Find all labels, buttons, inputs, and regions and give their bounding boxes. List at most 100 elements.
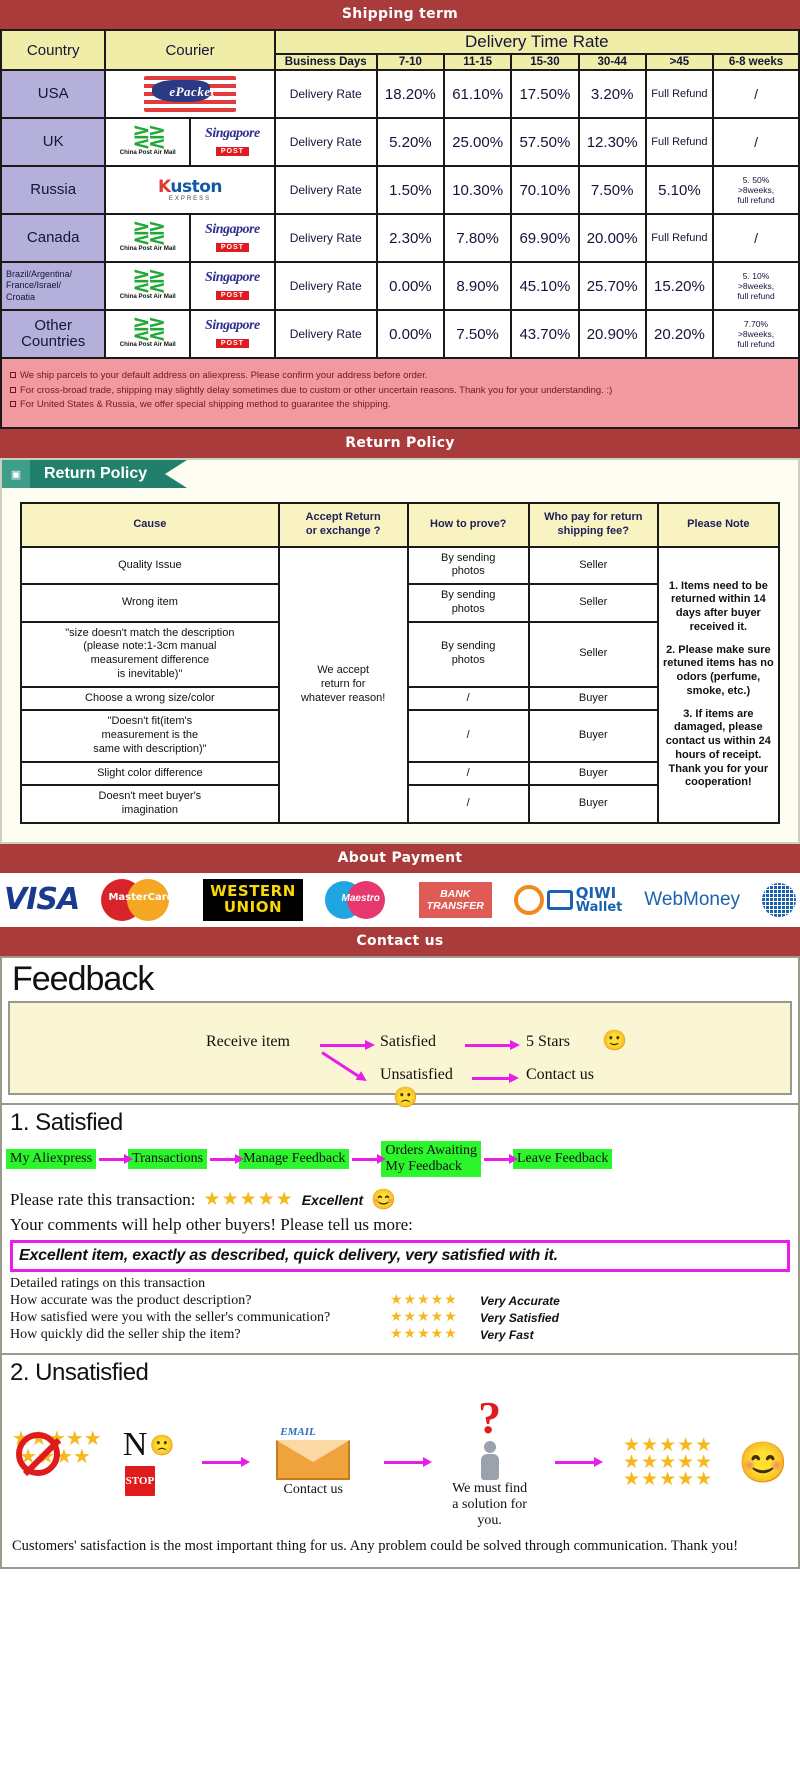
banned-stars-icon: ★★★★★ ★★★★: [12, 1429, 102, 1494]
flow-contact-us: Contact us: [526, 1065, 594, 1083]
rp-header-3: Who pay for return shipping fee?: [527, 502, 659, 548]
shipping-country-cell: Brazil/Argentina/ France/Israel/ Croatia: [0, 261, 107, 311]
qiwi-label: QIWI Wallet: [576, 885, 623, 914]
comment-text-box: Excellent item, exactly as described, qu…: [10, 1240, 790, 1273]
shipping-rate-cell: 7.50%: [577, 165, 647, 215]
return-policy-section: ▣ Return Policy Cause Accept Return or ex…: [0, 458, 800, 844]
shipping-country-cell: USA: [0, 69, 107, 119]
unhappy-face-icon: 🙁: [149, 1434, 175, 1457]
banner-about-payment: About Payment: [0, 843, 800, 873]
solution-graphic: ? We must find a solution for you.: [452, 1395, 527, 1529]
unsatisfied-heading: 2. Unsatisfied: [10, 1359, 149, 1387]
shipping-rate-cell: 61.10%: [442, 69, 513, 119]
shipping-rate-cell: 70.10%: [510, 165, 580, 215]
th-range-3: 30-44: [577, 53, 647, 71]
shipping-row: USA ePacket Delivery Rate 18.20% 61.10% 17.50…: [0, 69, 800, 119]
singapore-post-logo: Singapore POST: [205, 126, 260, 156]
step-arrow-2: [352, 1153, 387, 1164]
shipping-rate-cell: 25.00%: [442, 117, 513, 167]
shipping-table: Country Courier Delivery Time Rate Busin…: [0, 29, 800, 359]
mastercard-label: MasterCard: [108, 891, 174, 903]
banner-shipping-term: Shipping term: [0, 0, 800, 29]
letter-n: N: [122, 1426, 148, 1464]
rp-cause-cell: Wrong item: [20, 583, 280, 623]
rp-prove-cell: /: [406, 760, 530, 787]
banner-contact-us: Contact us: [0, 926, 800, 956]
rp-cause-cell: Slight color difference: [20, 760, 280, 787]
shipping-rate-cell: 3.20%: [577, 69, 647, 119]
detail-value-1: Very Satisfied: [480, 1310, 559, 1325]
rp-who-pays-cell: Seller: [527, 545, 659, 586]
return-policy-table: Cause Accept Return or exchange ? How to p…: [20, 502, 781, 824]
shipping-courier-cell: Kuston EXPRESS: [104, 165, 276, 215]
kuston-express-logo: Kuston EXPRESS: [158, 176, 223, 202]
shipping-rate-cell: /: [712, 213, 800, 263]
bt-line1: BANK: [440, 887, 471, 900]
final-smile-graphic: 😊: [738, 1439, 788, 1486]
shipping-rate-cell: 10.30%: [442, 165, 513, 215]
th-range-4: >45: [644, 53, 715, 71]
rp-prove-cell: /: [406, 685, 530, 712]
return-policy-tag: ▣ Return Policy: [2, 460, 798, 489]
payment-methods-row: VISA MasterCard WESTERN UNION Maestro BA…: [0, 872, 800, 927]
shipping-table-section: Country Courier Delivery Time Rate Busin…: [0, 29, 800, 430]
shipping-rate-cell: 25.70%: [577, 261, 647, 311]
shipping-rate-cell: 7.80%: [442, 213, 513, 263]
rp-prove-cell: By sending photos: [406, 620, 530, 688]
person-icon: [477, 1441, 503, 1481]
payment-bank-transfer: BANK TRANSFER: [418, 881, 492, 918]
shipping-rate-note: 5. 10% >8weeks, full refund: [712, 261, 800, 311]
shipping-rate-note: 5. 50% >8weeks, full refund: [712, 165, 800, 215]
delivery-rate-label: Delivery Rate: [273, 261, 378, 311]
flow-unsatisfied: Unsatisfied: [380, 1065, 453, 1083]
globe-icon: [762, 882, 796, 917]
feedback-title: Feedback: [12, 959, 154, 998]
delivery-rate-label: Delivery Rate: [273, 309, 378, 359]
bank-transfer-logo: BANK TRANSFER: [418, 881, 492, 918]
th-business-days: Business Days: [273, 53, 378, 71]
detail-question-0: How accurate was the product description…: [10, 1292, 252, 1308]
rp-cause-cell: Quality Issue: [20, 545, 280, 586]
shipping-note-row: For United States & Russia, we offer spe…: [10, 398, 790, 413]
envelope-icon: EMAIL: [270, 1426, 356, 1482]
shipping-rate-cell: 15.20%: [644, 261, 715, 311]
satisfied-step-3[interactable]: Orders Awaiting My Feedback: [381, 1140, 481, 1178]
sad-face-icon: 🙁: [393, 1086, 418, 1109]
feedback-footer-note: Customers' satisfaction is the most impo…: [12, 1538, 739, 1555]
shipping-note-2: For United States & Russia, we offer spe…: [20, 399, 391, 411]
satisfied-step-0[interactable]: My Aliexpress: [6, 1148, 97, 1170]
banner-return-policy: Return Policy: [0, 429, 800, 459]
epacket-logo: ePacket: [144, 76, 237, 112]
detailed-ratings: Detailed ratings on this transaction How…: [2, 1272, 798, 1347]
shipping-courier-cell: ⋛⋛ China Post Air Mail Singapore POST: [104, 213, 276, 263]
detail-rating-row: How accurate was the product description…: [10, 1292, 790, 1309]
shipping-courier-cell: ePacket: [104, 69, 276, 119]
satisfied-step-1[interactable]: Transactions: [128, 1148, 208, 1170]
shipping-rate-cell: 2.30%: [375, 213, 446, 263]
shipping-rate-cell: 8.90%: [442, 261, 513, 311]
no-sign-graphic: N 🙁 STOP: [122, 1426, 175, 1499]
rp-prove-cell: By sending photos: [406, 583, 530, 623]
rate-transaction-line: Please rate this transaction: ★★★★★ Exce…: [2, 1183, 798, 1212]
detail-stars-0: ★★★★★: [390, 1293, 458, 1309]
mastercard-logo: MasterCard: [101, 878, 181, 921]
shipping-rate-cell: 5.20%: [375, 117, 446, 167]
detail-value-0: Very Accurate: [480, 1293, 560, 1308]
satisfied-step-4[interactable]: Leave Feedback: [513, 1148, 613, 1170]
shipping-row: Brazil/Argentina/ France/Israel/ Croatia…: [0, 261, 800, 311]
shipping-country-cell: Russia: [0, 165, 107, 215]
good-stars-graphic: ★★★★★ ★★★★★ ★★★★★: [623, 1436, 713, 1489]
shipping-rate-cell: 7.50%: [442, 309, 513, 359]
china-post-air-mail-logo: ⋛⋛ China Post Air Mail: [119, 269, 176, 301]
delivery-rate-label: Delivery Rate: [273, 213, 378, 263]
shipping-note-row: We ship parcels to your default address …: [10, 369, 790, 384]
return-policy-row: Quality Issue We accept return for whatev…: [20, 545, 781, 824]
square-bullet-icon: [10, 401, 16, 408]
shipping-rate-cell: 20.20%: [644, 309, 715, 359]
satisfied-step-2[interactable]: Manage Feedback: [239, 1148, 350, 1170]
shipping-notes: We ship parcels to your default address …: [0, 359, 800, 430]
detail-question-2: How quickly did the seller ship the item…: [10, 1326, 241, 1342]
detail-rating-row: How quickly did the seller ship the item…: [10, 1326, 790, 1343]
flow-arrow-down: [321, 1051, 360, 1078]
rp-who-pays-cell: Buyer: [527, 709, 659, 763]
